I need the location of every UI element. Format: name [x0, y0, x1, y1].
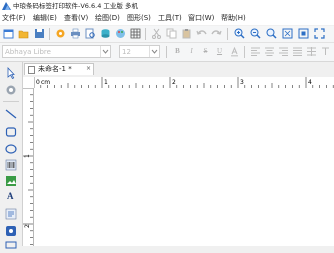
print-preview-icon[interactable]	[85, 28, 96, 39]
tab-close-button[interactable]: ×	[86, 65, 91, 73]
distribute-icon[interactable]	[306, 46, 317, 57]
bold-button[interactable]: B	[172, 46, 183, 57]
strikethrough-button[interactable]: S	[200, 46, 211, 57]
ruler-label-1: 1	[104, 79, 108, 86]
font-size-select[interactable]: 12	[119, 45, 160, 58]
paste-icon[interactable]	[181, 28, 192, 39]
font-name-select[interactable]: Abhaya Libre	[2, 45, 111, 58]
zoom-out-icon[interactable]	[250, 28, 261, 39]
open-folder-icon[interactable]	[18, 28, 29, 39]
menu-bar: 文件(F) 编辑(E) 查看(V) 绘图(D) 图形(S) 工具(T) 窗口(W…	[0, 12, 334, 25]
window-title: 中琅条码标签打印软件-V6.6.4 工业版 多机	[13, 2, 138, 10]
document-tab-row: 未命名-1 * ×	[23, 62, 334, 76]
ruler-left-label-1: 1	[24, 154, 31, 158]
tab-document[interactable]: 未命名-1 * ×	[24, 63, 94, 75]
menu-draw[interactable]: 绘图(D)	[95, 14, 120, 23]
menu-file[interactable]: 文件(F)	[2, 14, 26, 23]
align-justify-icon[interactable]	[292, 46, 303, 57]
font-size-value: 12	[122, 48, 131, 56]
menu-tools[interactable]: 工具(T)	[158, 14, 182, 23]
menu-help[interactable]: 帮助(H)	[221, 14, 246, 23]
color-palette-icon[interactable]	[115, 28, 126, 39]
table-tool-icon[interactable]	[5, 241, 17, 253]
redo-icon[interactable]	[211, 28, 222, 39]
undo-icon[interactable]	[196, 28, 207, 39]
new-file-icon[interactable]	[3, 28, 14, 39]
app-logo-icon	[2, 2, 11, 10]
zoom-fit-icon[interactable]	[266, 28, 277, 39]
align-left-icon[interactable]	[250, 46, 261, 57]
tab-label: 未命名-1 *	[38, 65, 72, 73]
full-screen-icon[interactable]	[314, 28, 325, 39]
settings-gear-icon[interactable]	[55, 28, 66, 39]
font-name-value: Abhaya Libre	[5, 48, 51, 56]
vertical-ruler-ticks: 1 2	[23, 88, 33, 245]
cut-icon[interactable]	[151, 28, 162, 39]
line-tool-icon[interactable]	[5, 108, 17, 120]
ruler-label-4: 4	[308, 79, 312, 86]
title-bar: 中琅条码标签打印软件-V6.6.4 工业版 多机	[0, 0, 334, 12]
chevron-down-icon	[100, 46, 109, 57]
label-canvas[interactable]	[34, 88, 334, 246]
underline-button[interactable]: U	[214, 46, 225, 57]
print-icon[interactable]	[70, 28, 81, 39]
ruler-unit: cm	[41, 79, 50, 86]
horizontal-ruler-ticks: 0 cm 1 2 3 4	[34, 77, 334, 88]
rectangle-tool-icon[interactable]	[5, 126, 17, 138]
ruler-label-3: 3	[240, 79, 244, 86]
save-icon[interactable]	[34, 28, 45, 39]
text-direction-icon[interactable]	[320, 46, 331, 57]
font-color-icon[interactable]	[229, 46, 240, 57]
format-toolbar: Abhaya Libre 12 B I S U	[0, 43, 334, 62]
ruler-label-2: 2	[172, 79, 176, 86]
menu-view[interactable]: 查看(V)	[64, 14, 88, 23]
database-icon[interactable]	[100, 28, 111, 39]
vertical-ruler: 1 2	[23, 88, 34, 246]
fit-page-icon[interactable]	[282, 28, 293, 39]
rotate-tool-icon[interactable]	[5, 84, 17, 96]
image-tool-icon[interactable]	[5, 175, 17, 187]
italic-button[interactable]: I	[186, 46, 197, 57]
text-tool-icon[interactable]: A	[7, 191, 14, 201]
paragraph-text-tool-icon[interactable]	[5, 208, 17, 220]
align-center-icon[interactable]	[264, 46, 275, 57]
ellipse-tool-icon[interactable]	[5, 143, 17, 155]
chevron-down-icon	[149, 46, 158, 57]
ruler-label-0: 0	[36, 79, 40, 86]
menu-edit[interactable]: 编辑(E)	[33, 14, 57, 23]
barcode-tool-icon[interactable]	[5, 159, 17, 171]
select-pointer-icon[interactable]	[5, 67, 17, 79]
grid-icon[interactable]	[130, 28, 141, 39]
ruler-left-label-2: 2	[24, 224, 31, 228]
menu-shape[interactable]: 图形(S)	[127, 14, 151, 23]
align-right-icon[interactable]	[278, 46, 289, 57]
main-toolbar	[0, 26, 334, 43]
document-icon	[28, 66, 35, 74]
drawing-tools-panel: A	[0, 62, 23, 249]
actual-size-icon[interactable]	[298, 28, 309, 39]
copy-icon[interactable]	[166, 28, 177, 39]
zoom-in-icon[interactable]	[234, 28, 245, 39]
menu-window[interactable]: 窗口(W)	[188, 14, 214, 23]
rfid-tool-icon[interactable]	[5, 225, 17, 237]
